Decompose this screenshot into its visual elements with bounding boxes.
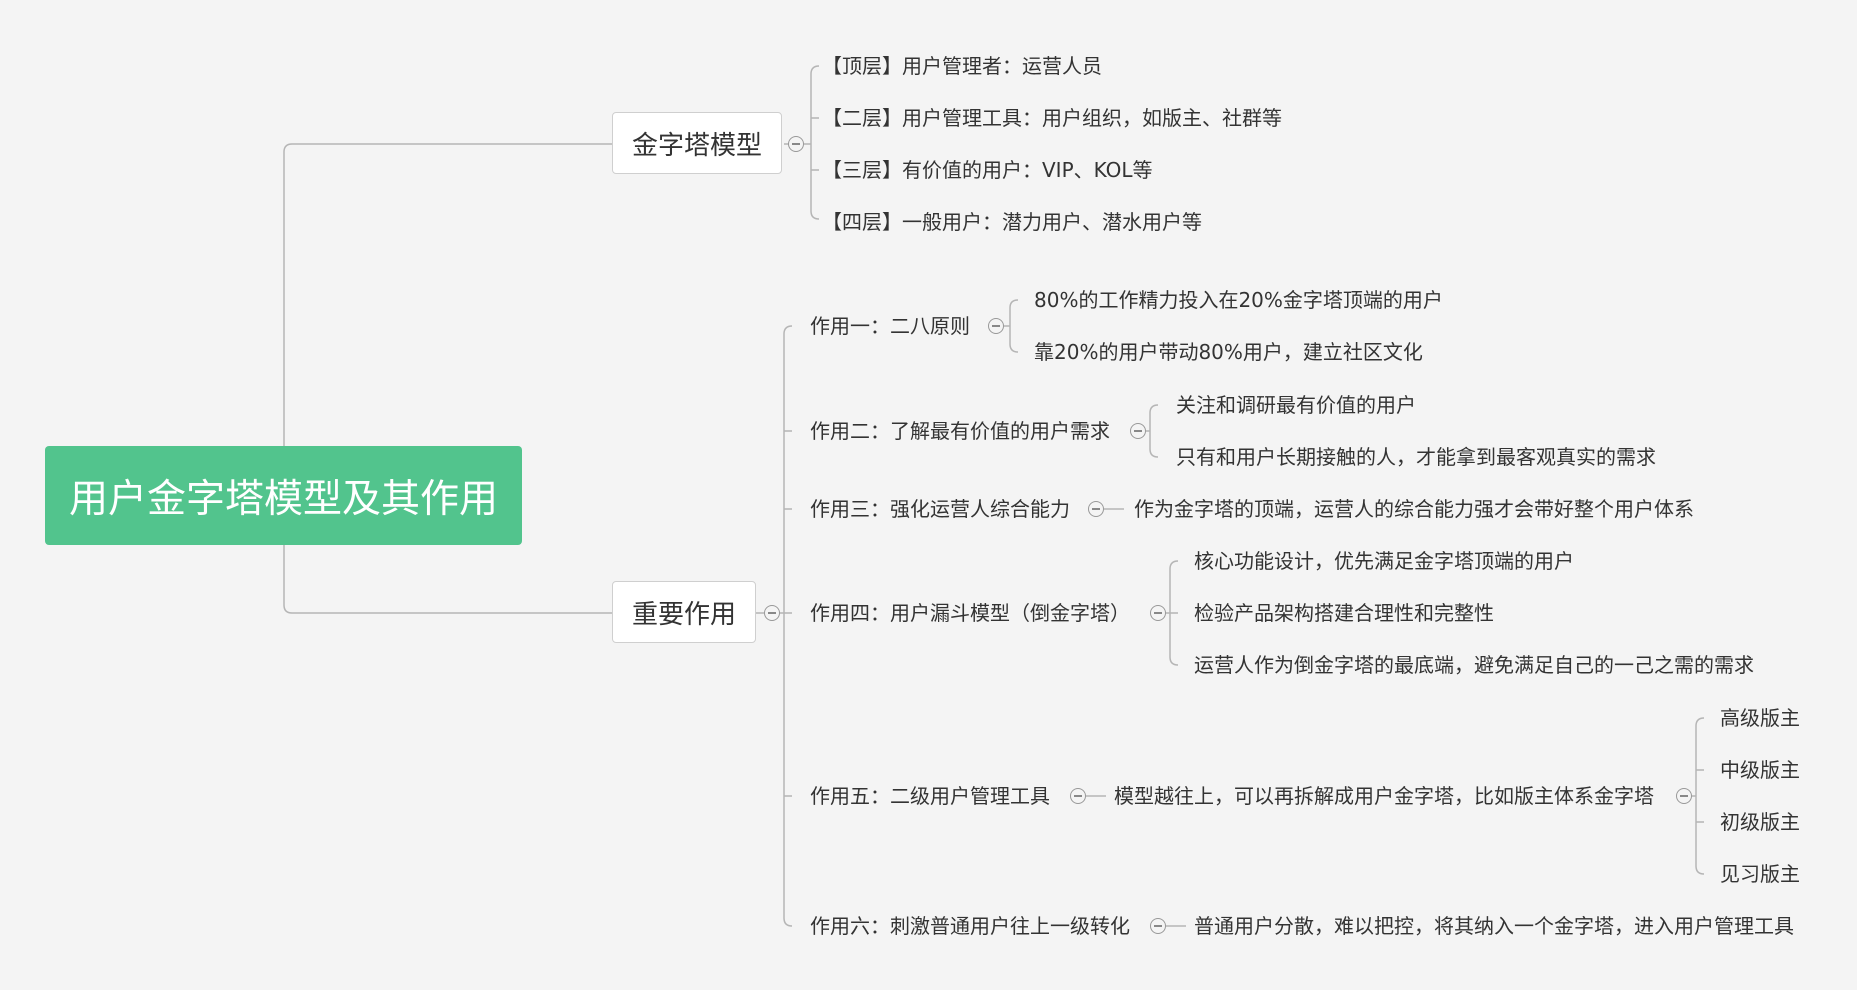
model-item[interactable]: 【四层】一般用户：潜力用户、潜水用户等: [822, 208, 1202, 236]
moderator-level[interactable]: 中级版主: [1720, 756, 1800, 784]
role-label[interactable]: 作用三：强化运营人综合能力: [810, 495, 1070, 523]
model-item[interactable]: 【二层】用户管理工具：用户组织，如版主、社群等: [822, 104, 1282, 132]
role-detail[interactable]: 关注和调研最有价值的用户: [1176, 391, 1416, 419]
moderator-level[interactable]: 高级版主: [1720, 704, 1800, 732]
role-label[interactable]: 作用二：了解最有价值的用户需求: [810, 417, 1110, 445]
mind-map-canvas: 用户金字塔模型及其作用 金字塔模型 重要作用 【顶层】用户管理者：运营人员 【二…: [0, 0, 1857, 990]
role-detail[interactable]: 核心功能设计，优先满足金字塔顶端的用户: [1194, 547, 1574, 575]
collapse-minus-icon[interactable]: [1676, 788, 1692, 804]
role-detail[interactable]: 只有和用户长期接触的人，才能拿到最客观真实的需求: [1176, 443, 1656, 471]
model-item[interactable]: 【顶层】用户管理者：运营人员: [822, 52, 1102, 80]
role-label[interactable]: 作用四：用户漏斗模型（倒金字塔）: [810, 599, 1130, 627]
root-topic[interactable]: 用户金字塔模型及其作用: [45, 446, 522, 545]
role-detail[interactable]: 运营人作为倒金字塔的最底端，避免满足自己的一己之需的需求: [1194, 651, 1754, 679]
role-label[interactable]: 作用五：二级用户管理工具: [810, 782, 1050, 810]
topic-pyramid-model[interactable]: 金字塔模型: [612, 112, 782, 174]
role-detail[interactable]: 普通用户分散，难以把控，将其纳入一个金字塔，进入用户管理工具: [1194, 912, 1794, 940]
collapse-minus-icon[interactable]: [1150, 605, 1166, 621]
collapse-minus-icon[interactable]: [988, 318, 1004, 334]
collapse-minus-icon[interactable]: [1130, 423, 1146, 439]
role-detail[interactable]: 80%的工作精力投入在20%金字塔顶端的用户: [1034, 286, 1443, 314]
collapse-minus-icon[interactable]: [788, 136, 804, 152]
role-label[interactable]: 作用六：刺激普通用户往上一级转化: [810, 912, 1130, 940]
collapse-minus-icon[interactable]: [1088, 501, 1104, 517]
collapse-minus-icon[interactable]: [1150, 918, 1166, 934]
collapse-minus-icon[interactable]: [764, 605, 780, 621]
moderator-level[interactable]: 见习版主: [1720, 860, 1800, 888]
model-item[interactable]: 【三层】有价值的用户：VIP、KOL等: [822, 156, 1153, 184]
role-detail[interactable]: 模型越往上，可以再拆解成用户金字塔，比如版主体系金字塔: [1114, 782, 1654, 810]
role-detail[interactable]: 靠20%的用户带动80%用户，建立社区文化: [1034, 338, 1423, 366]
moderator-level[interactable]: 初级版主: [1720, 808, 1800, 836]
topic-important-roles[interactable]: 重要作用: [612, 581, 756, 643]
role-detail[interactable]: 作为金字塔的顶端，运营人的综合能力强才会带好整个用户体系: [1134, 495, 1694, 523]
collapse-minus-icon[interactable]: [1070, 788, 1086, 804]
role-label[interactable]: 作用一：二八原则: [810, 312, 970, 340]
role-detail[interactable]: 检验产品架构搭建合理性和完整性: [1194, 599, 1494, 627]
